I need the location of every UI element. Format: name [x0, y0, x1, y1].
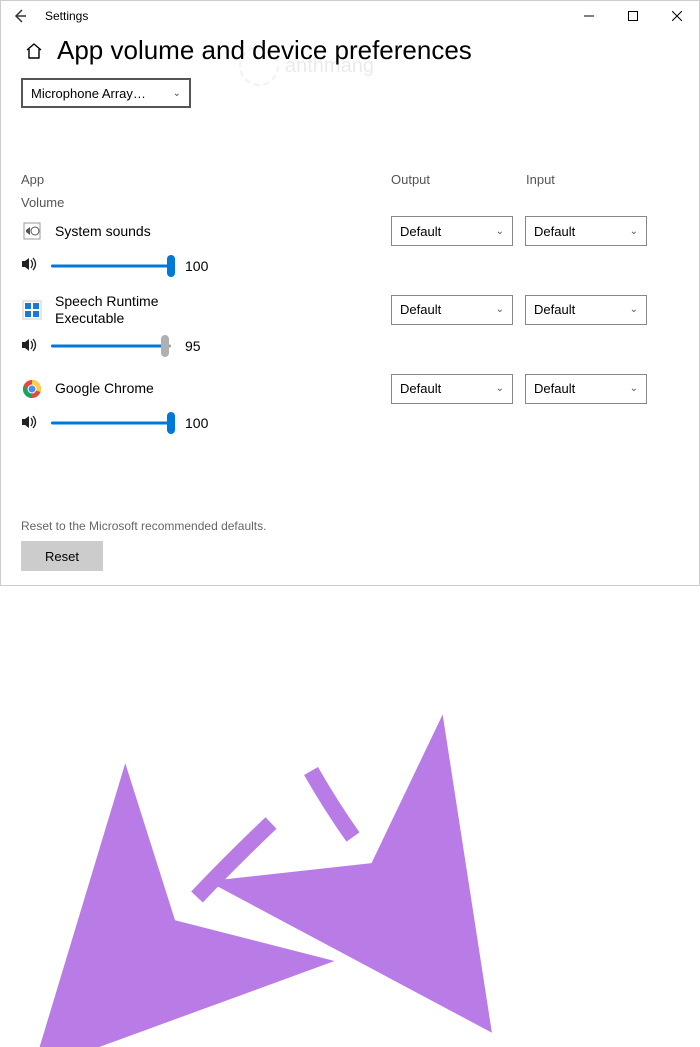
- app-input-select[interactable]: Default ⌄: [525, 374, 647, 404]
- column-output: Output: [391, 172, 526, 187]
- volume-value: 95: [185, 338, 201, 354]
- chevron-down-icon: ⌄: [630, 304, 638, 315]
- app-row: Google Chrome Default ⌄ Default ⌄: [21, 374, 679, 404]
- chevron-down-icon: ⌄: [630, 226, 638, 237]
- window-close-button[interactable]: [655, 1, 699, 31]
- app-output-select[interactable]: Default ⌄: [391, 216, 513, 246]
- home-icon[interactable]: [21, 38, 47, 64]
- dropdown-label: Default: [534, 224, 575, 239]
- slider-thumb[interactable]: [167, 255, 175, 277]
- app-icon: [21, 220, 43, 242]
- volume-value: 100: [185, 258, 208, 274]
- window-title: Settings: [45, 9, 88, 23]
- app-output-select[interactable]: Default ⌄: [391, 374, 513, 404]
- speaker-icon[interactable]: [21, 414, 45, 433]
- chevron-down-icon: ⌄: [496, 226, 504, 237]
- chevron-down-icon: ⌄: [630, 383, 638, 394]
- chevron-down-icon: ⌄: [496, 383, 504, 394]
- dropdown-label: Default: [400, 381, 441, 396]
- volume-slider[interactable]: [51, 415, 171, 431]
- app-row: Speech Runtime ExecutableDefault⌄Default…: [21, 293, 679, 327]
- speaker-icon[interactable]: [21, 337, 45, 356]
- titlebar: Settings: [1, 1, 699, 31]
- page-header: App volume and device preferences: [1, 31, 699, 74]
- chevron-down-icon: ⌄: [496, 304, 504, 315]
- app-input-select[interactable]: Default ⌄: [525, 216, 647, 246]
- slider-thumb[interactable]: [161, 335, 169, 357]
- speaker-icon[interactable]: [21, 256, 45, 275]
- app-name: Speech Runtime Executable: [55, 293, 205, 327]
- app-row: System sounds Default ⌄ Default ⌄: [21, 216, 679, 246]
- slider-thumb[interactable]: [167, 412, 175, 434]
- dropdown-label: Default: [534, 381, 575, 396]
- column-app: App: [21, 172, 391, 187]
- dropdown-label: Default: [400, 302, 441, 317]
- volume-slider-row: 100: [21, 256, 679, 275]
- app-icon: [21, 299, 43, 321]
- window-maximize-button[interactable]: [611, 1, 655, 31]
- column-volume: Volume: [21, 195, 679, 210]
- volume-slider[interactable]: [51, 258, 171, 274]
- input-device-label: Microphone Array…: [31, 86, 146, 101]
- volume-slider-row: 100: [21, 414, 679, 433]
- dropdown-label: Default: [534, 302, 575, 317]
- reset-button[interactable]: Reset: [21, 541, 103, 571]
- volume-slider-row: 95: [21, 337, 679, 356]
- column-input: Input: [526, 172, 661, 187]
- reset-description: Reset to the Microsoft recommended defau…: [21, 519, 266, 533]
- volume-value: 100: [185, 415, 208, 431]
- app-input-select[interactable]: Default ⌄: [525, 295, 647, 325]
- chevron-down-icon: ⌄: [173, 88, 181, 99]
- window-minimize-button[interactable]: [567, 1, 611, 31]
- app-name: Google Chrome: [55, 380, 154, 397]
- volume-slider[interactable]: [51, 338, 171, 354]
- app-name: System sounds: [55, 223, 151, 240]
- page-title: App volume and device preferences: [57, 35, 472, 66]
- input-device-select[interactable]: Microphone Array… ⌄: [21, 78, 191, 108]
- back-button[interactable]: [1, 9, 39, 23]
- dropdown-label: Default: [400, 224, 441, 239]
- app-output-select[interactable]: Default ⌄: [391, 295, 513, 325]
- app-icon: [21, 378, 43, 400]
